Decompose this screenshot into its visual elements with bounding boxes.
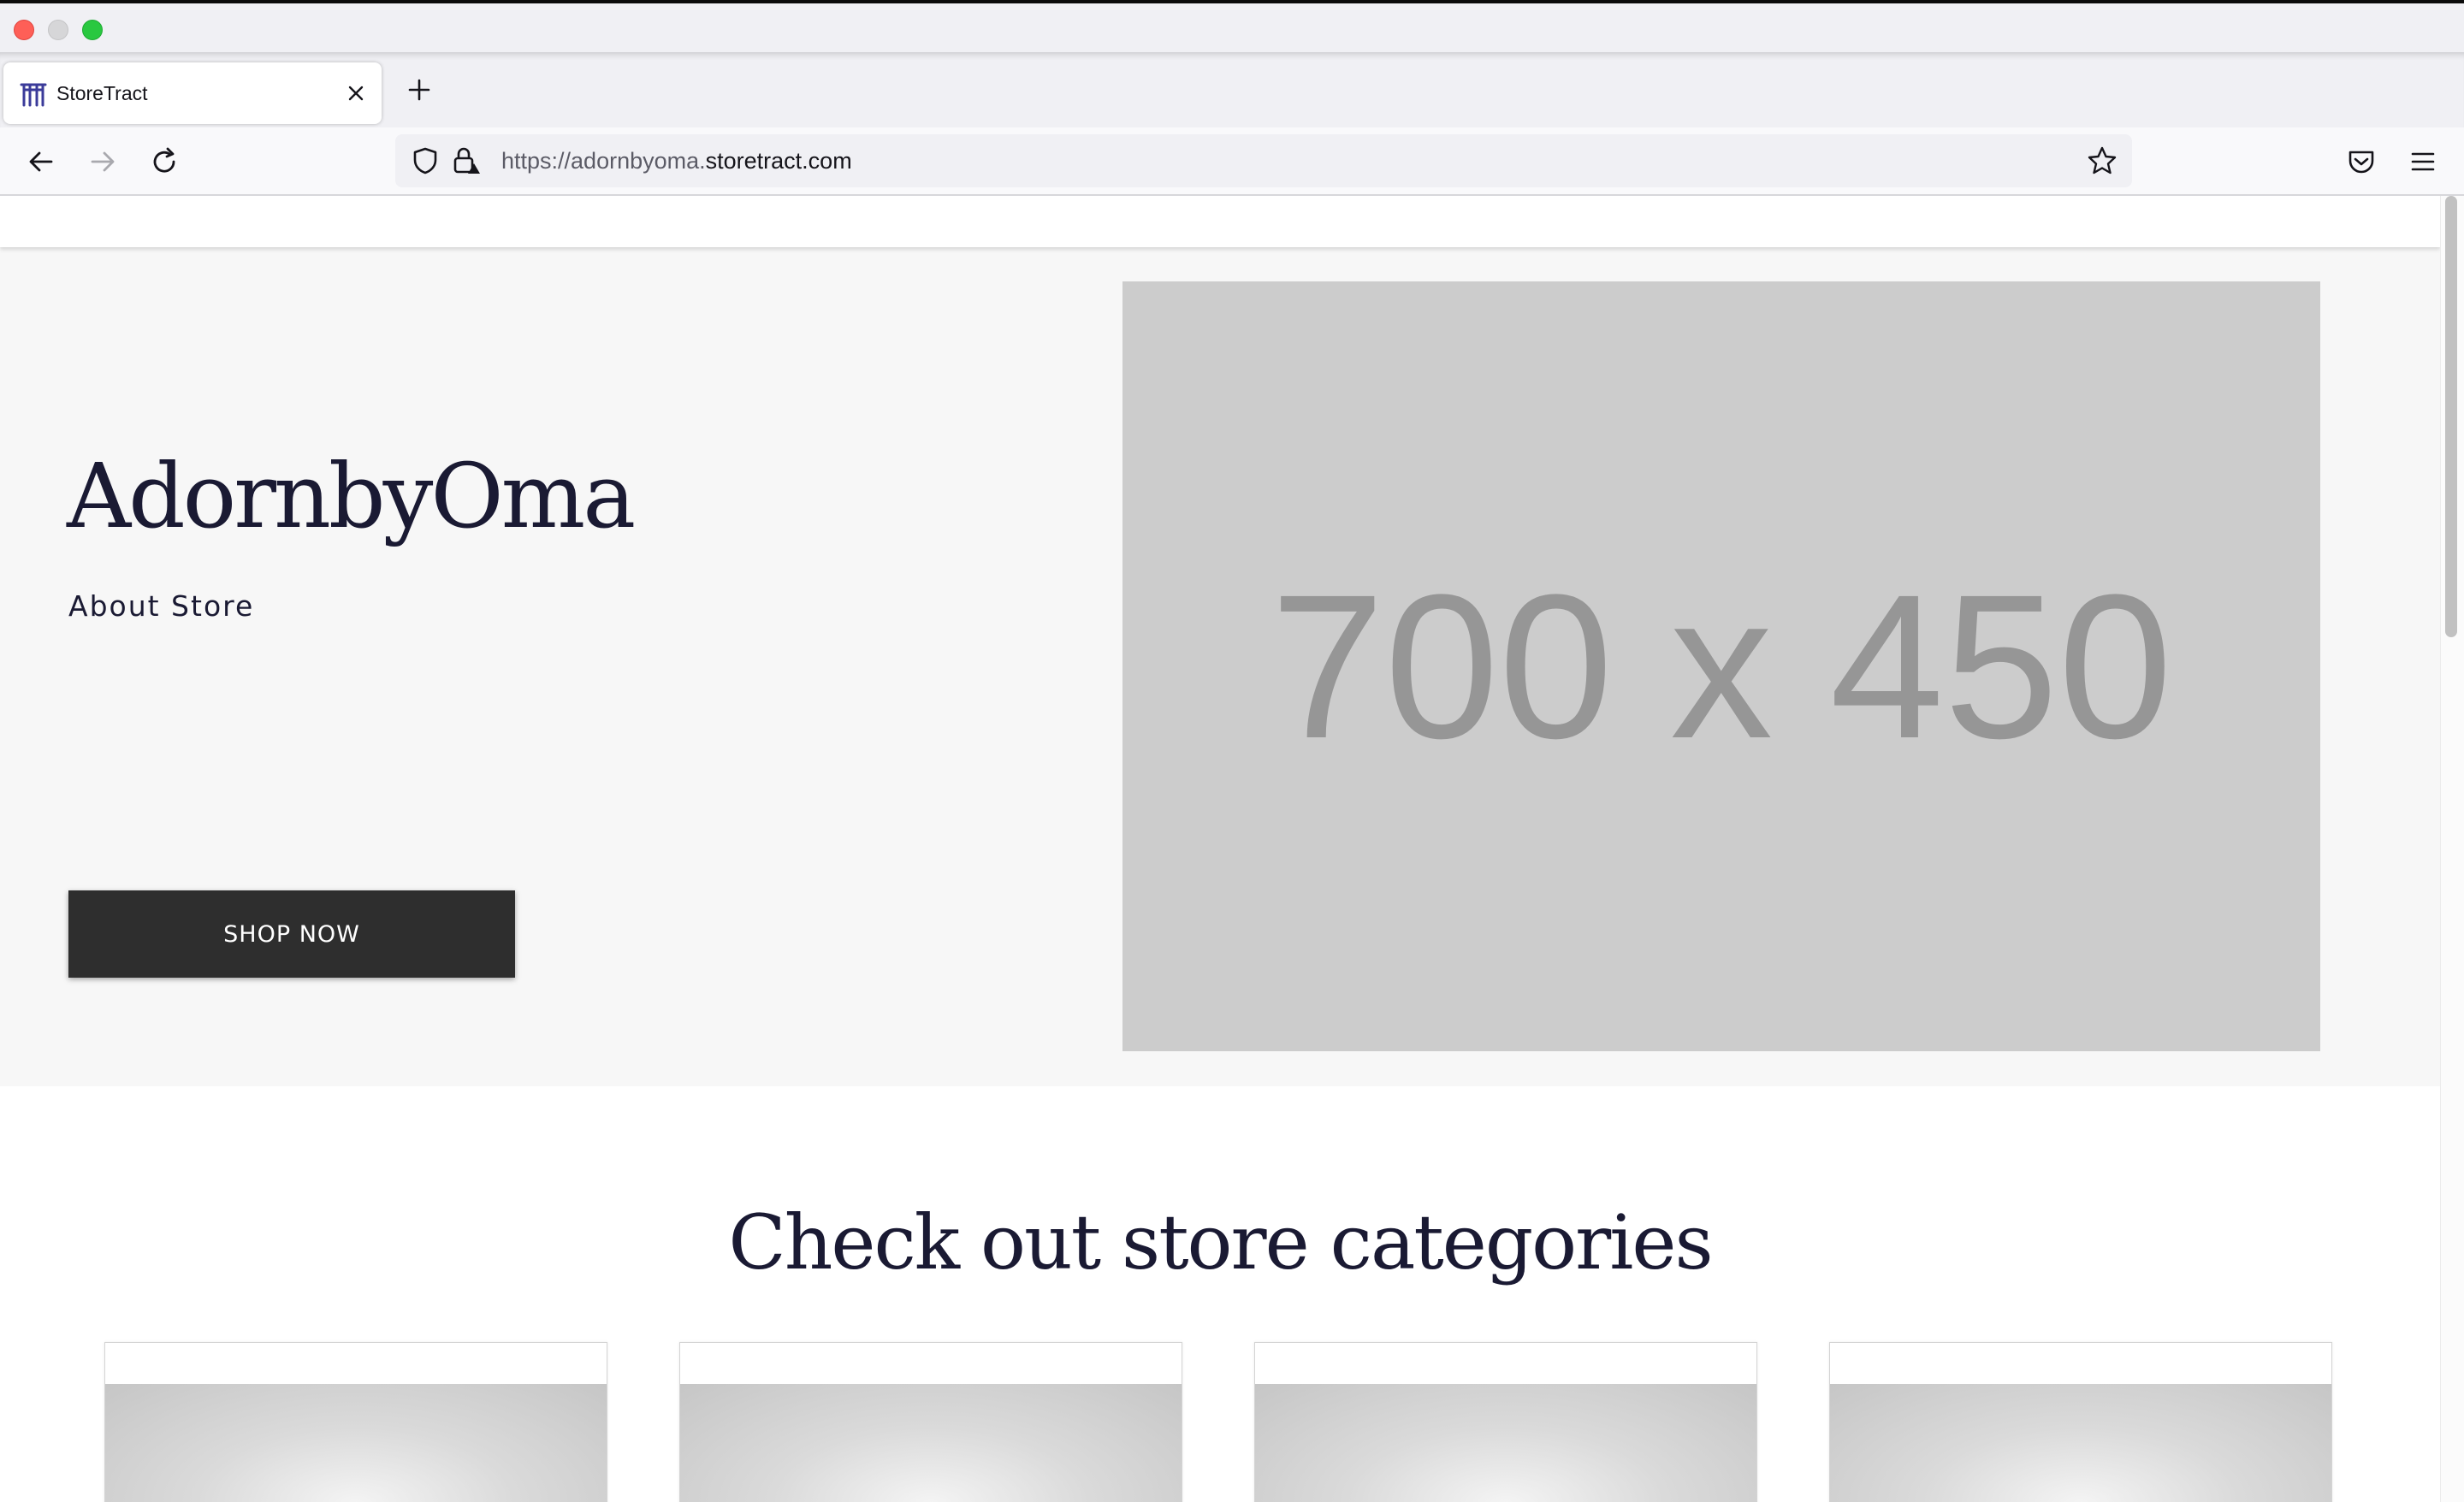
page-scrollbar-thumb[interactable]	[2445, 196, 2457, 637]
placeholder-dimensions-label: 700 x 450	[1270, 552, 2173, 781]
category-card-image	[105, 1384, 607, 1502]
category-card-image	[1255, 1384, 1756, 1502]
category-card[interactable]	[104, 1342, 607, 1502]
back-arrow-icon[interactable]	[24, 145, 58, 179]
category-card-list	[0, 1342, 2440, 1502]
bookmark-star-icon[interactable]	[2086, 145, 2118, 177]
tab-strip: StoreTract	[0, 52, 2464, 127]
hero-section: AdornbyOma About Store SHOP NOW 700 x 45…	[0, 247, 2440, 1086]
category-card-image	[1830, 1384, 2331, 1502]
site-header	[0, 196, 2440, 247]
category-card-image	[680, 1384, 1182, 1502]
tab-title: StoreTract	[56, 82, 148, 104]
navigation-toolbar: https://adornbyoma.storetract.com	[0, 127, 2464, 196]
pocket-icon[interactable]	[2344, 145, 2378, 179]
about-store-link[interactable]: About Store	[68, 589, 254, 623]
close-window-button[interactable]	[14, 20, 34, 40]
forward-arrow-icon[interactable]	[86, 145, 120, 179]
tracking-protection-shield-icon[interactable]	[409, 145, 441, 177]
hero-placeholder-image: 700 x 450	[1122, 281, 2320, 1051]
window-titlebar	[0, 0, 2464, 52]
lock-warning-icon[interactable]	[450, 145, 483, 177]
new-tab-plus-icon[interactable]	[402, 73, 436, 107]
category-card[interactable]	[1829, 1342, 2332, 1502]
reload-icon[interactable]	[147, 145, 181, 179]
shop-now-button[interactable]: SHOP NOW	[68, 890, 515, 978]
zoom-window-button[interactable]	[82, 20, 103, 40]
minimize-window-button[interactable]	[48, 20, 68, 40]
store-name: AdornbyOma	[67, 444, 636, 548]
category-card[interactable]	[679, 1342, 1182, 1502]
address-bar[interactable]: https://adornbyoma.storetract.com	[395, 134, 2132, 187]
url-prefix: https://adornbyoma.	[501, 148, 706, 174]
hamburger-menu-icon[interactable]	[2406, 145, 2440, 179]
categories-section-title: Check out store categories	[728, 1198, 1713, 1286]
tab-storetract[interactable]: StoreTract	[3, 62, 382, 124]
url-text[interactable]: https://adornbyoma.storetract.com	[501, 134, 852, 187]
category-card[interactable]	[1254, 1342, 1757, 1502]
storetract-favicon-icon	[20, 83, 47, 107]
url-host: storetract.com	[705, 148, 852, 174]
close-tab-icon[interactable]	[342, 80, 370, 107]
page-viewport: AdornbyOma About Store SHOP NOW 700 x 45…	[0, 196, 2440, 1502]
